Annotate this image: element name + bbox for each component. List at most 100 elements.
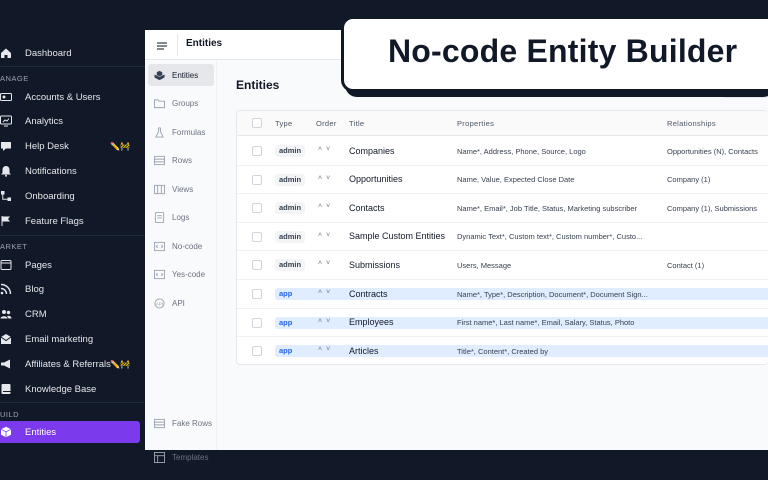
table-row[interactable]: admin ˄˅ Opportunities Name, Value, Expecte… <box>237 166 768 195</box>
sidebar-item-label: Affiliates & Referrals <box>25 358 111 370</box>
row-checkbox[interactable] <box>252 289 262 299</box>
section-build: UILD <box>0 410 20 419</box>
table-row[interactable]: admin ˄˅ Contacts Name*, Email*, Job Title,… <box>237 194 768 223</box>
entity-title[interactable]: Employees <box>349 317 394 327</box>
subnav-item-logs[interactable]: Logs <box>148 206 214 228</box>
subnav-item-rows[interactable]: Rows <box>148 149 214 171</box>
template-icon <box>154 451 165 463</box>
entity-title[interactable]: Contracts <box>349 289 388 299</box>
cubes-icon <box>154 70 165 81</box>
entity-title[interactable]: Articles <box>349 346 379 356</box>
entity-title[interactable]: Opportunities <box>349 174 403 184</box>
subnav-item-groups[interactable]: Groups <box>148 92 214 114</box>
subnav-label: Logs <box>172 212 190 222</box>
row-checkbox[interactable] <box>252 203 262 214</box>
order-arrows[interactable]: ˄˅ <box>318 232 334 239</box>
sidebar-item-dashboard[interactable]: Dashboard <box>0 42 140 64</box>
sidebar-item-blog[interactable]: Blog <box>0 278 140 300</box>
row-checkbox[interactable] <box>252 146 262 156</box>
row-checkbox[interactable] <box>252 317 262 328</box>
sidebar-item-crm[interactable]: CRM <box>0 303 140 325</box>
sidebar-item-notifications[interactable]: Notifications <box>0 160 140 182</box>
sidebar-item-analytics[interactable]: Analytics <box>0 110 140 132</box>
order-arrows[interactable]: ˄˅ <box>318 260 334 267</box>
entity-title[interactable]: Companies <box>349 146 395 156</box>
table-row[interactable]: admin ˄˅ Sample Custom Entities Dynamic Tex… <box>237 223 768 252</box>
user-card-icon <box>0 91 12 103</box>
header-divider <box>177 34 178 56</box>
order-arrows[interactable]: ˄˅ <box>318 175 334 182</box>
sidebar-item-affiliates-referrals[interactable]: Affiliates & Referrals ✏️🚧 <box>0 353 140 375</box>
entity-properties: First name*, Last name*, Email, Salary, … <box>457 318 635 328</box>
rss-icon <box>0 283 12 295</box>
page-title: Entities <box>186 38 223 49</box>
sidebar-item-label: Accounts & Users <box>25 91 101 103</box>
entity-properties: Name*, Type*, Description, Document*, Do… <box>457 289 648 299</box>
table-row[interactable]: app ˄˅ Articles Title*, Content*, Created b… <box>237 337 768 364</box>
type-badge: admin <box>275 145 306 157</box>
sidebar-item-entities[interactable]: Entities <box>0 421 140 443</box>
api-icon: API <box>154 297 165 309</box>
subnav-item-yes-code[interactable]: Yes-code <box>148 263 214 285</box>
table-row[interactable]: app ˄˅ Contracts Name*, Type*, Description,… <box>237 280 768 309</box>
cube-icon <box>0 426 12 438</box>
type-badge: admin <box>275 230 306 243</box>
entity-properties: Title*, Content*, Created by <box>457 346 549 356</box>
table-row[interactable]: admin ˄˅ Companies Name*, Address, Phone, S… <box>237 137 768 166</box>
entity-title[interactable]: Contacts <box>349 203 385 213</box>
bell-icon <box>0 165 12 177</box>
entity-relationships: Contact (1) <box>667 260 705 270</box>
users-icon <box>0 308 12 320</box>
order-arrows[interactable]: ˄˅ <box>318 203 334 210</box>
wip-badge: ✏️🚧 <box>110 359 130 369</box>
sidebar-item-label: Help Desk <box>25 140 69 152</box>
code-icon <box>154 241 165 252</box>
sidebar-item-label: Analytics <box>25 115 64 127</box>
type-badge: admin <box>275 173 306 186</box>
row-checkbox[interactable] <box>252 174 262 185</box>
subnav-item-entities[interactable]: Entities <box>148 64 214 86</box>
subnav-label: Yes-code <box>172 269 206 279</box>
order-arrows[interactable]: ˄˅ <box>318 146 334 153</box>
subnav-label: Fake Rows <box>172 418 213 428</box>
select-all-checkbox[interactable] <box>252 118 262 128</box>
sidebar-item-help-desk[interactable]: Help Desk ✏️🚧 <box>0 135 140 157</box>
chart-icon <box>0 115 12 127</box>
subnav-item-fake-rows[interactable]: Fake Rows <box>148 412 214 434</box>
entity-properties: Name*, Address, Phone, Source, Logo <box>457 146 586 156</box>
sidebar-item-onboarding[interactable]: Onboarding <box>0 185 140 207</box>
subnav-item-templates[interactable]: Templates <box>148 446 214 468</box>
menu-icon[interactable] <box>156 39 168 51</box>
row-checkbox[interactable] <box>252 260 262 271</box>
subnav-item-formulas[interactable]: Formulas <box>148 121 214 143</box>
column-header-relationships: Relationships <box>667 119 716 128</box>
sidebar-item-pages[interactable]: Pages <box>0 254 140 276</box>
sidebar-item-knowledge-base[interactable]: Knowledge Base <box>0 378 140 400</box>
entity-relationships: Company (1), Submissions <box>667 203 758 213</box>
order-arrows[interactable]: ˄˅ <box>318 346 334 353</box>
order-arrows[interactable]: ˄˅ <box>318 289 334 296</box>
entity-title[interactable]: Sample Custom Entities <box>349 231 445 241</box>
sidebar-divider <box>0 402 145 403</box>
table-row[interactable]: admin ˄˅ Submissions Users, Message Contact … <box>237 251 768 280</box>
home-icon <box>0 47 12 59</box>
book-icon <box>0 383 12 395</box>
order-arrows[interactable]: ˄˅ <box>318 318 334 325</box>
entity-title[interactable]: Submissions <box>349 260 400 270</box>
row-checkbox[interactable] <box>252 231 262 242</box>
table-row[interactable]: app ˄˅ Employees First name*, Last name*, E… <box>237 309 768 338</box>
row-checkbox[interactable] <box>252 346 262 357</box>
subnav-item-no-code[interactable]: No-code <box>148 235 214 257</box>
sidebar-item-accounts-users[interactable]: Accounts & Users <box>0 86 140 108</box>
sidebar-divider <box>0 235 145 236</box>
rows-icon <box>154 418 165 429</box>
callout-title: No-code Entity Builder <box>388 33 738 69</box>
entity-properties: Users, Message <box>457 260 512 270</box>
subnav-label: Views <box>172 184 194 194</box>
subnav-item-api[interactable]: API API <box>148 292 214 314</box>
sidebar-item-email-marketing[interactable]: Email marketing <box>0 328 140 350</box>
subnav-label: Formulas <box>172 127 206 137</box>
subnav-item-views[interactable]: Views <box>148 178 214 200</box>
section-market: ARKET <box>0 242 28 251</box>
sidebar-item-feature-flags[interactable]: Feature Flags <box>0 210 140 232</box>
